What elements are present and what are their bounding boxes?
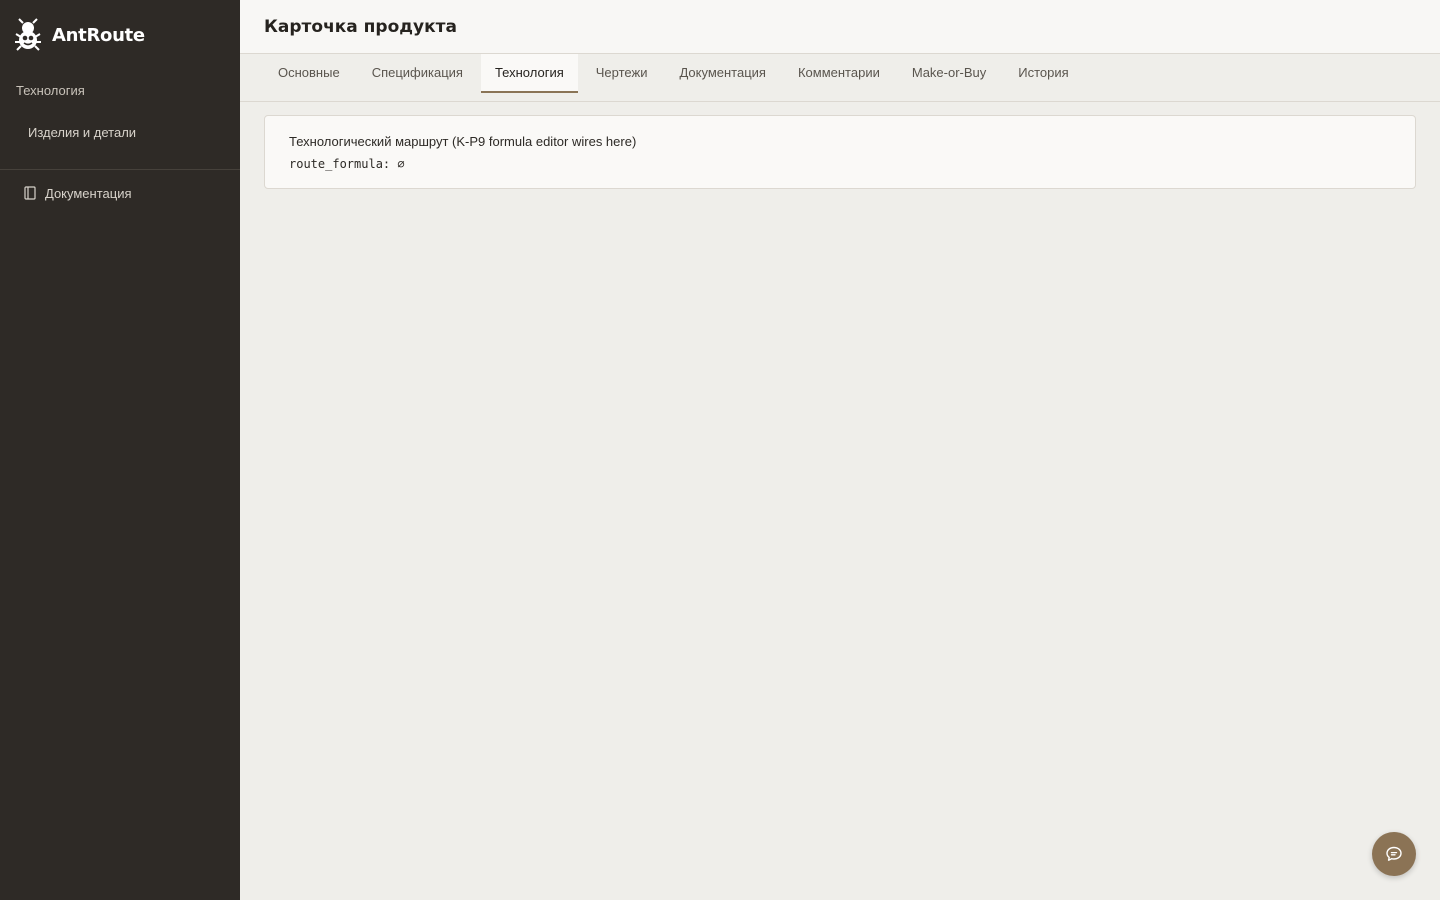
page-header: Карточка продукта xyxy=(240,0,1440,54)
sidebar-divider xyxy=(0,169,240,170)
tab-drawings[interactable]: Чертежи xyxy=(582,54,662,93)
tab-make-or-buy[interactable]: Make-or-Buy xyxy=(898,54,1000,93)
page-title: Карточка продукта xyxy=(264,16,457,37)
tab-content: Технологический маршрут (K-P9 formula ed… xyxy=(240,102,1440,189)
chat-button[interactable] xyxy=(1372,832,1416,876)
brand-name: AntRoute xyxy=(52,24,145,46)
sidebar-item-documentation[interactable]: Документация xyxy=(0,171,240,215)
app-root: AntRoute Технология Изделия и детали Док… xyxy=(0,0,1440,900)
sidebar-item-documentation-label: Документация xyxy=(45,185,132,201)
sidebar: AntRoute Технология Изделия и детали Док… xyxy=(0,0,240,900)
route-formula-value: route_formula: ∅ xyxy=(289,157,405,171)
route-card-title: Технологический маршрут (K-P9 formula ed… xyxy=(289,134,637,149)
ant-logo-icon xyxy=(13,18,43,52)
sidebar-item-products-and-parts[interactable]: Изделия и детали xyxy=(0,110,240,154)
tab-main[interactable]: Основные xyxy=(264,54,354,93)
main-area: Карточка продукта Основные Спецификация … xyxy=(240,0,1440,900)
route-card: Технологический маршрут (K-P9 formula ed… xyxy=(264,115,1416,189)
tab-technology[interactable]: Технология xyxy=(480,54,578,93)
tab-specification[interactable]: Спецификация xyxy=(358,54,477,93)
tab-bar: Основные Спецификация Технология Чертежи… xyxy=(240,54,1440,102)
tab-documentation[interactable]: Документация xyxy=(665,54,780,93)
chat-icon xyxy=(1385,845,1403,863)
tab-history[interactable]: История xyxy=(1004,54,1082,93)
brand[interactable]: AntRoute xyxy=(0,0,240,70)
sidebar-section-technology: Технология xyxy=(16,83,85,98)
tab-comments[interactable]: Комментарии xyxy=(784,54,894,93)
document-icon xyxy=(24,186,36,200)
